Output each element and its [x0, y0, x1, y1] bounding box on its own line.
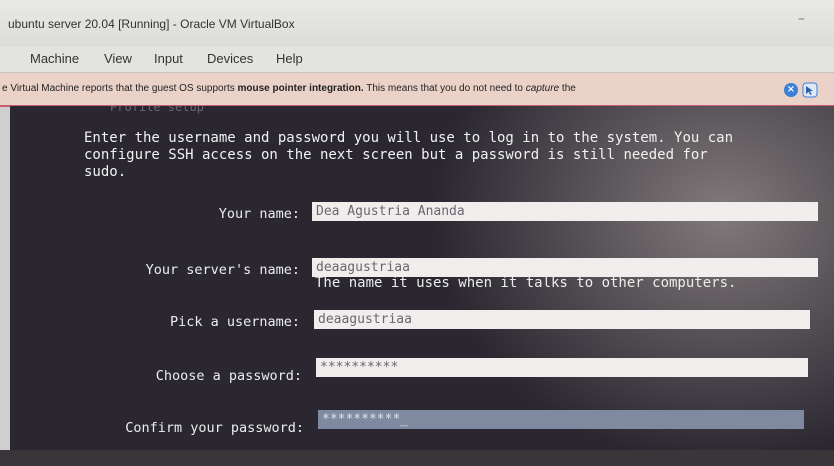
menu-help[interactable]: Help [276, 51, 303, 66]
username-label: Pick a username: [169, 314, 300, 330]
minimize-icon[interactable]: – [798, 12, 812, 26]
password-label: Choose a password: [155, 368, 302, 384]
your-name-field[interactable]: Dea Agustria Ananda [312, 202, 818, 221]
confirm-password-field[interactable]: **********_ [318, 410, 804, 429]
notification-text-italic: capture [525, 83, 560, 94]
menu-bar: Machine View Input Devices Help [0, 46, 834, 73]
notification-text-bold: mouse pointer integration. [237, 83, 364, 94]
window-title: ubuntu server 20.04 [Running] - Oracle V… [8, 17, 295, 31]
menu-machine[interactable]: Machine [30, 51, 79, 66]
window-titlebar: ubuntu server 20.04 [Running] - Oracle V… [0, 0, 834, 46]
username-field[interactable]: deaagustriaa [314, 310, 810, 329]
server-name-label: Your server's name: [145, 262, 300, 278]
notification-text-mid: This means that you do not need to [363, 83, 526, 94]
confirm-password-label: Confirm your password: [125, 420, 304, 436]
your-name-label: Your name: [218, 206, 300, 222]
menu-view[interactable]: View [104, 51, 132, 66]
close-icon[interactable]: × [784, 83, 798, 97]
mouse-integration-notification: e Virtual Machine reports that the guest… [0, 73, 834, 107]
guest-screen[interactable]: Profile setup Enter the username and pas… [10, 106, 834, 450]
menu-input[interactable]: Input [154, 51, 183, 66]
notification-text: e Virtual Machine reports that the guest… [2, 83, 576, 94]
notification-text-post: the [559, 83, 576, 94]
password-field[interactable]: ********** [316, 358, 808, 377]
mouse-pointer-icon[interactable] [802, 82, 818, 98]
profile-setup-header: Profile setup [110, 106, 204, 114]
menu-devices[interactable]: Devices [207, 51, 253, 66]
notification-text-pre: e Virtual Machine reports that the guest… [2, 83, 238, 94]
bottom-edge [0, 450, 834, 466]
server-name-hint: The name it uses when it talks to other … [315, 275, 737, 291]
intro-text: Enter the username and password you will… [84, 130, 734, 180]
